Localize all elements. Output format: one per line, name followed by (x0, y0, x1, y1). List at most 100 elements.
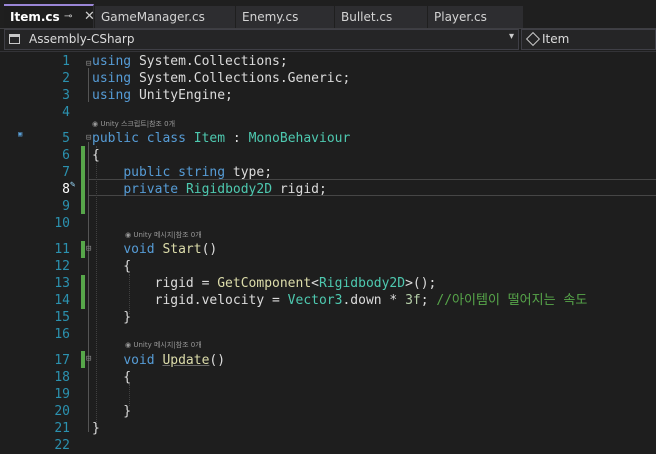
line-number: 12 (54, 259, 70, 274)
csharp-project-icon (9, 34, 20, 44)
code-token: } (92, 404, 132, 419)
code-token: void (123, 242, 155, 257)
code-line[interactable]: using System.Collections; (92, 53, 288, 70)
member-dropdown[interactable]: Item (521, 29, 656, 50)
codelens-start-references[interactable]: ◉ Unity 메시지|참조 0개 (125, 230, 202, 240)
fold-line (88, 142, 89, 432)
change-bar (81, 351, 85, 368)
class-icon (525, 31, 541, 47)
project-name: Assembly-CSharp (29, 32, 135, 46)
code-line[interactable]: { (92, 147, 100, 164)
code-line[interactable]: using System.Collections.Generic; (92, 70, 350, 87)
code-token: using (92, 54, 132, 69)
code-line[interactable]: } (92, 309, 131, 326)
line-number: 3 (62, 88, 70, 103)
code-token: MonoBehaviour (248, 131, 351, 146)
unity-class-glyph-icon: ▣ (18, 130, 23, 138)
code-line[interactable]: { (92, 369, 131, 386)
code-line[interactable]: rigid = GetComponent<Rigidbody2D>(); (92, 275, 437, 292)
line-number: 4 (62, 105, 70, 120)
code-line[interactable]: private Rigidbody2D rigid; (92, 181, 327, 198)
code-token: .down * (342, 293, 406, 308)
code-token: ; (420, 293, 437, 308)
code-token: class (146, 131, 186, 146)
code-line[interactable]: using UnityEngine; (92, 87, 233, 104)
code-token: System.Collections.Generic; (131, 71, 351, 86)
code-token: //아이템이 떨어지는 속도 (436, 293, 588, 308)
code-token: using (92, 71, 132, 86)
code-line[interactable]: rigid.velocity = Vector3.down * 3f; //아이… (92, 292, 588, 309)
code-line[interactable]: void Update() (92, 352, 225, 369)
code-token: rigid; (272, 182, 327, 197)
change-bar (81, 241, 85, 258)
code-line[interactable]: } (92, 420, 100, 437)
code-token: type; (225, 165, 273, 180)
pin-icon[interactable]: ⊸ (64, 6, 72, 28)
line-number: 5 (62, 131, 70, 146)
fold-toggle-icon[interactable]: ⊟ (86, 351, 91, 368)
code-token: } (92, 310, 132, 325)
tab-bullet-cs[interactable]: Bullet.cs (335, 6, 427, 28)
code-token: string (178, 165, 226, 180)
line-number: 21 (54, 421, 70, 436)
line-number: 2 (62, 71, 70, 86)
code-token: 3f (405, 293, 421, 308)
line-number: 7 (62, 165, 70, 180)
code-token: () (201, 242, 218, 257)
line-number: 9 (62, 199, 70, 214)
project-dropdown[interactable]: Assembly-CSharp ▾ (4, 29, 519, 50)
tab-player-cs[interactable]: Player.cs (428, 6, 523, 28)
tab-label: Bullet.cs (341, 10, 393, 24)
tab-label: Player.cs (434, 10, 487, 24)
tab-label: Item.cs (10, 10, 60, 24)
tab-item-cs[interactable]: Item.cs ⊸ ✕ (4, 4, 95, 28)
line-number: 19 (54, 387, 70, 402)
code-token: private (123, 182, 179, 197)
line-number: 1 (62, 54, 70, 69)
chevron-down-icon: ▾ (508, 31, 514, 42)
close-icon[interactable]: ✕ (84, 6, 95, 28)
line-number: 10 (54, 216, 70, 231)
code-token: { (92, 370, 132, 385)
code-token: using (92, 88, 132, 103)
line-number: 6 (62, 148, 70, 163)
code-line[interactable]: } (92, 403, 131, 420)
fold-toggle-icon[interactable]: ⊟ (86, 241, 91, 258)
line-number: 20 (54, 404, 70, 419)
navigation-bar: Assembly-CSharp ▾ Item (0, 29, 656, 52)
codelens-update-references[interactable]: ◉ Unity 메시지|참조 0개 (125, 340, 202, 350)
line-number: 17 (54, 353, 70, 368)
codelens-class-references[interactable]: ◉ Unity 스크립트|참조 0개 (92, 119, 175, 129)
tab-enemy-cs[interactable]: Enemy.cs (236, 6, 334, 28)
code-token: rigid = (92, 276, 218, 291)
code-token: >(); (405, 276, 437, 291)
edit-pen-icon: ✎ (70, 180, 76, 190)
code-token: public (123, 165, 171, 180)
code-line[interactable]: void Start() (92, 241, 217, 258)
member-name: Item (542, 32, 570, 46)
line-number: 14 (54, 293, 70, 308)
code-token: void (123, 353, 155, 368)
code-editor[interactable]: ▣ ✎ ⊟ ⊟ ⊟ ⊟ ◉ Unity 스크립트|참조 0개 ◉ Unity 메… (0, 52, 656, 454)
code-line[interactable]: public class Item : MonoBehaviour (92, 130, 350, 147)
code-token: : (225, 131, 249, 146)
code-token: Update (162, 353, 210, 368)
line-number: 22 (54, 438, 70, 453)
code-token: UnityEngine; (131, 88, 233, 103)
code-token: Rigidbody2D (185, 182, 273, 197)
code-line[interactable]: public string type; (92, 164, 272, 181)
code-token: { (92, 259, 132, 274)
code-token: rigid.velocity = (92, 293, 288, 308)
tab-gamemanager-cs[interactable]: GameManager.cs (95, 6, 235, 28)
fold-line (88, 68, 89, 102)
code-token: () (209, 353, 226, 368)
code-token: GetComponent (217, 276, 312, 291)
code-line[interactable]: { (92, 258, 131, 275)
